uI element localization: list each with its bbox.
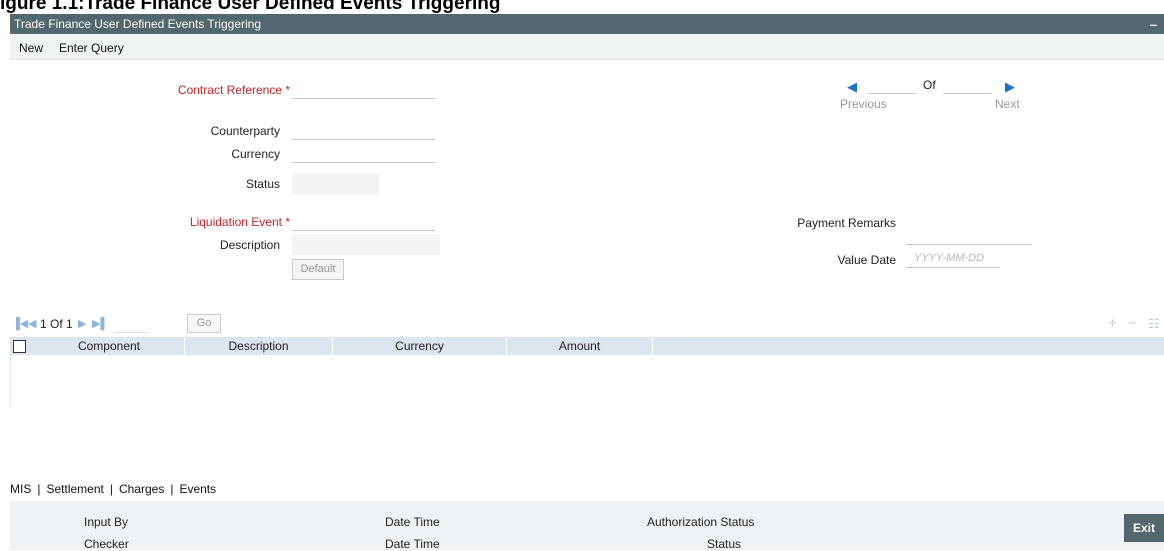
add-row-icon[interactable]: +: [1108, 315, 1117, 332]
minimize-icon[interactable]: –: [1150, 17, 1157, 32]
next-arrow-icon[interactable]: ▶: [1005, 79, 1015, 95]
status-field: [292, 173, 379, 194]
of-label: Of: [923, 78, 936, 92]
contract-reference-label: Contract Reference *: [150, 83, 290, 97]
currency-label: Currency: [231, 147, 280, 161]
grid-toolbar: ▐◀ ◀ 1 Of 1 ▶ ▶▌ + − ☷: [10, 313, 1164, 337]
default-button[interactable]: Default: [292, 259, 344, 280]
tab-events[interactable]: Events: [179, 482, 216, 496]
description-label: Description: [219, 238, 280, 252]
status-label: Status: [707, 537, 742, 551]
grid-header: Component Description Currency Amount: [10, 337, 1164, 355]
value-date-label: Value Date: [837, 253, 896, 267]
tab-mis[interactable]: MIS: [10, 482, 31, 496]
page-number-input[interactable]: [114, 317, 148, 333]
footer-tabs: MIS | Settlement | Charges | Events: [10, 482, 216, 496]
status-label: Status: [245, 177, 280, 191]
required-asterisk: *: [285, 83, 290, 97]
date-time-label: Date Time: [385, 515, 440, 529]
input-by-label: Input By: [84, 515, 129, 529]
exit-button[interactable]: Exit: [1124, 514, 1164, 542]
tab-separator: |: [109, 482, 113, 496]
next-page-icon[interactable]: ▶: [78, 317, 86, 330]
contract-reference-label-text: Contract Reference: [177, 83, 282, 97]
contract-reference-input[interactable]: [292, 81, 435, 99]
tab-charges[interactable]: Charges: [119, 482, 164, 496]
previous-label[interactable]: Previous: [840, 97, 887, 111]
liquidation-event-label-text: Liquidation Event: [189, 215, 282, 229]
grid-body: [10, 355, 1164, 407]
first-page-icon[interactable]: ▐◀: [12, 317, 28, 330]
go-button[interactable]: Go: [187, 314, 221, 333]
counterparty-input[interactable]: [292, 122, 435, 140]
menu-bar: New Enter Query: [10, 34, 1164, 60]
previous-page-icon[interactable]: ◀: [28, 317, 36, 330]
next-label[interactable]: Next: [995, 97, 1020, 111]
column-description[interactable]: Description: [185, 337, 333, 355]
liquidation-event-label: Liquidation Event *: [150, 215, 290, 229]
description-field: [292, 234, 440, 255]
checkbox-column: [10, 337, 34, 355]
last-page-icon[interactable]: ▶▌: [92, 317, 108, 330]
value-date-placeholder: YYYY-MM-DD: [914, 252, 985, 264]
required-asterisk: *: [285, 215, 290, 229]
window-title: Trade Finance User Defined Events Trigge…: [14, 17, 262, 31]
tab-separator: |: [170, 482, 174, 496]
value-date-input[interactable]: YYYY-MM-DD: [906, 250, 1000, 268]
figure-caption: igure 1.1:Trade Finance User Defined Eve…: [0, 0, 501, 14]
new-button[interactable]: New: [19, 41, 43, 55]
column-component[interactable]: Component: [34, 337, 185, 355]
enter-query-button[interactable]: Enter Query: [59, 41, 124, 55]
liquidation-event-input[interactable]: [292, 213, 435, 231]
current-record-input[interactable]: [868, 76, 916, 94]
currency-input[interactable]: [292, 145, 435, 163]
column-amount[interactable]: Amount: [507, 337, 653, 355]
window-titlebar: Trade Finance User Defined Events Trigge…: [10, 14, 1164, 34]
counterparty-label: Counterparty: [210, 124, 280, 138]
previous-arrow-icon[interactable]: ◀: [847, 79, 857, 95]
single-view-icon[interactable]: ☷: [1148, 316, 1160, 332]
total-records-field: [943, 76, 991, 94]
audit-panel: Input By Date Time Authorization Status …: [10, 501, 1164, 551]
tab-settlement[interactable]: Settlement: [46, 482, 103, 496]
authorization-status-label: Authorization Status: [647, 515, 755, 529]
payment-remarks-label: Payment Remarks: [797, 216, 896, 230]
grid-page-info: 1 Of 1: [40, 317, 73, 331]
delete-row-icon[interactable]: −: [1128, 315, 1137, 332]
checker-label: Checker: [84, 537, 129, 551]
tab-separator: |: [37, 482, 41, 496]
column-currency[interactable]: Currency: [333, 337, 507, 355]
payment-remarks-input[interactable]: [906, 227, 1032, 245]
date-time-label: Date Time: [385, 537, 440, 551]
